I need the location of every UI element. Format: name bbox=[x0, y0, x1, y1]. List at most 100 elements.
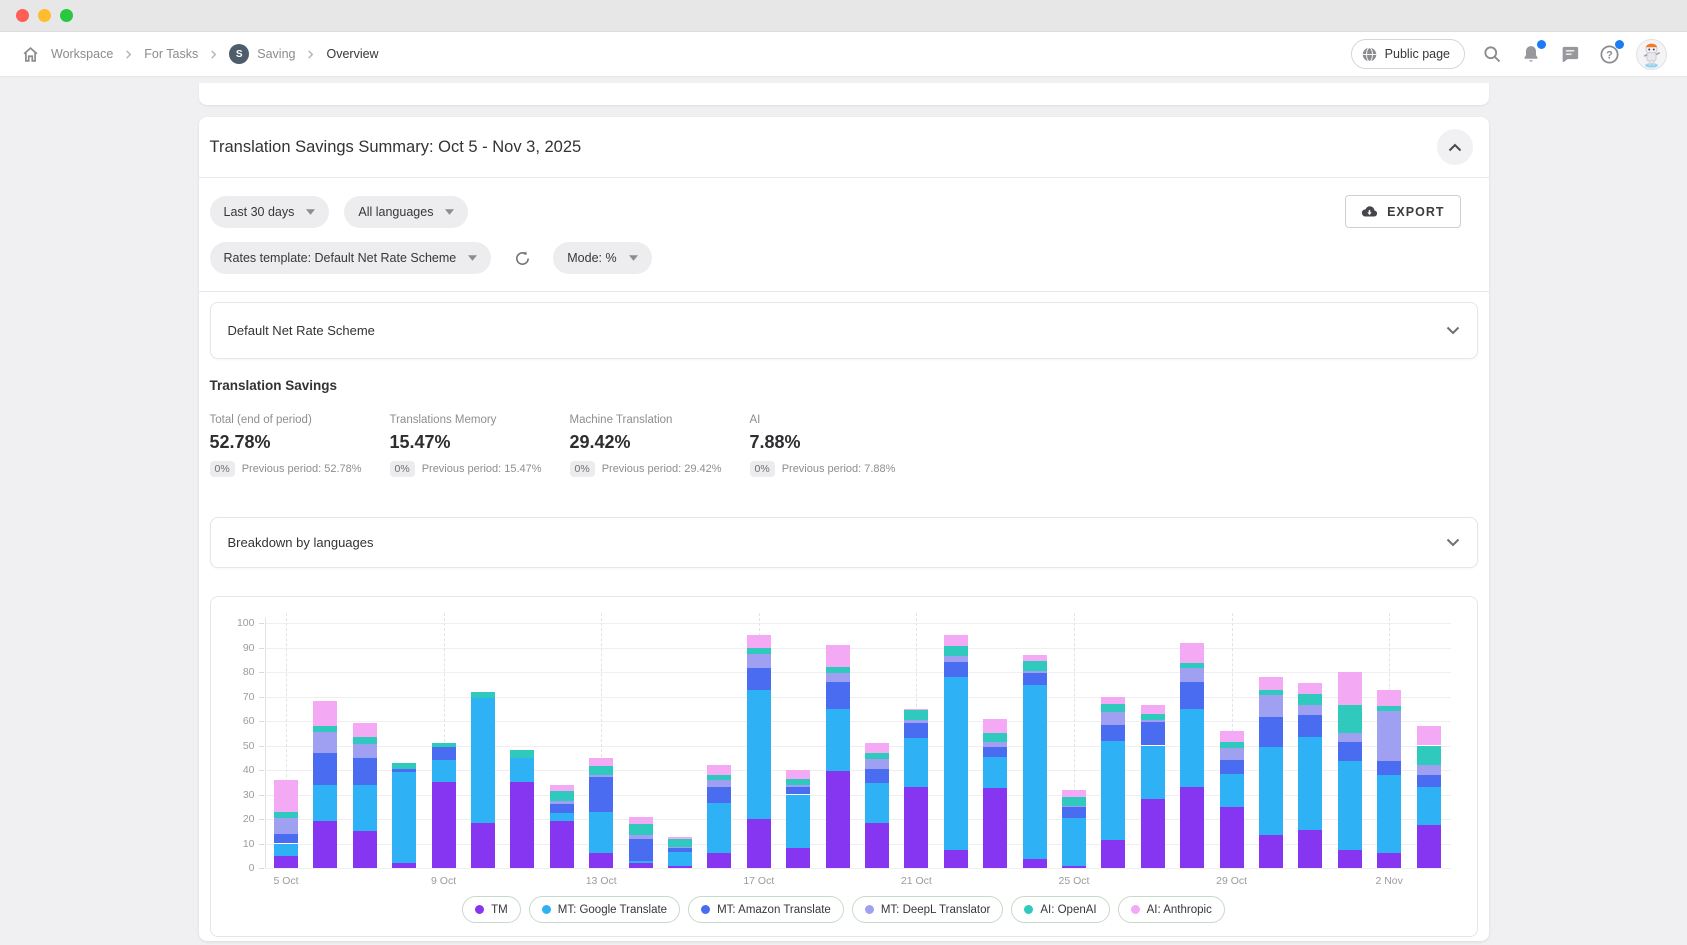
previous-card-fragment bbox=[199, 83, 1489, 105]
bar-segment bbox=[826, 709, 850, 771]
bar-segment bbox=[1101, 741, 1125, 840]
date-range-select[interactable]: Last 30 days bbox=[210, 196, 330, 228]
bar-segment bbox=[826, 645, 850, 667]
bar-segment bbox=[1141, 722, 1165, 745]
breadcrumb-item-for-tasks[interactable]: For Tasks bbox=[144, 47, 198, 61]
home-icon[interactable] bbox=[20, 44, 40, 64]
bar-segment bbox=[1023, 655, 1047, 661]
legend-label: TM bbox=[491, 904, 508, 916]
languages-chart-panel: TM MT: Google Translate MT: Amazon Transla… bbox=[210, 596, 1478, 937]
translation-savings-summary-card: Translation Savings Summary: Oct 5 - Nov… bbox=[199, 117, 1489, 941]
bar-segment bbox=[1141, 799, 1165, 868]
bar-segment bbox=[1338, 672, 1362, 705]
bar-segment bbox=[1377, 761, 1401, 774]
top-navbar: Workspace For Tasks S Saving Overview Pu… bbox=[0, 32, 1687, 77]
window-titlebar bbox=[0, 0, 1687, 32]
export-button[interactable]: EXPORT bbox=[1345, 195, 1460, 228]
refresh-icon[interactable] bbox=[510, 246, 534, 270]
bar-segment bbox=[1338, 742, 1362, 762]
search-icon[interactable] bbox=[1480, 42, 1504, 66]
chevron-down-icon[interactable] bbox=[1446, 538, 1460, 547]
y-tick-mark bbox=[259, 746, 264, 747]
bar-segment bbox=[550, 813, 574, 822]
user-avatar-robot[interactable] bbox=[1636, 39, 1667, 70]
divider bbox=[199, 291, 1489, 292]
bar-segment bbox=[865, 753, 889, 759]
public-page-button[interactable]: Public page bbox=[1351, 39, 1465, 69]
x-axis-label: 13 Oct bbox=[566, 875, 636, 887]
bar-segment bbox=[550, 821, 574, 868]
bar-segment bbox=[1101, 712, 1125, 724]
stat-previous: Previous period: 7.88% bbox=[782, 463, 896, 475]
notification-badge bbox=[1537, 40, 1546, 49]
stat-label: Machine Translation bbox=[570, 414, 722, 426]
bar-segment bbox=[1220, 807, 1244, 868]
bar-segment bbox=[1023, 859, 1047, 868]
window-minimize-button[interactable] bbox=[38, 9, 51, 22]
bar-segment bbox=[983, 788, 1007, 868]
bar-segment bbox=[629, 824, 653, 835]
bar-segment bbox=[668, 852, 692, 865]
legend-item[interactable]: TM bbox=[462, 896, 521, 923]
collapse-card-button[interactable] bbox=[1437, 129, 1473, 165]
bar-segment bbox=[904, 738, 928, 787]
bar-segment bbox=[983, 733, 1007, 742]
bar-segment bbox=[707, 853, 731, 868]
y-tick-mark bbox=[259, 721, 264, 722]
legend-item[interactable]: AI: OpenAI bbox=[1011, 896, 1109, 923]
bar-segment bbox=[826, 682, 850, 709]
bar-segment bbox=[1180, 668, 1204, 681]
bar-segment bbox=[1377, 706, 1401, 711]
bar-segment bbox=[392, 769, 416, 773]
x-axis-label: 2 Nov bbox=[1354, 875, 1424, 887]
mode-value: Mode: % bbox=[567, 251, 616, 265]
mode-select[interactable]: Mode: % bbox=[553, 242, 651, 274]
notifications-bell-icon[interactable] bbox=[1519, 42, 1543, 66]
chevron-down-icon[interactable] bbox=[1446, 326, 1460, 335]
y-axis-label: 20 bbox=[219, 813, 255, 825]
bar-segment bbox=[865, 759, 889, 769]
rate-scheme-panel[interactable]: Default Net Rate Scheme bbox=[210, 302, 1478, 359]
bar-segment bbox=[629, 817, 653, 824]
bar-segment bbox=[313, 726, 337, 732]
bar-segment bbox=[1101, 697, 1125, 704]
bar-segment bbox=[904, 723, 928, 738]
languages-select[interactable]: All languages bbox=[344, 196, 468, 228]
legend-label: AI: OpenAI bbox=[1040, 904, 1096, 916]
bar-segment bbox=[1062, 806, 1086, 807]
window-close-button[interactable] bbox=[16, 9, 29, 22]
bar-segment bbox=[1259, 835, 1283, 868]
bar-segment bbox=[826, 667, 850, 673]
x-axis-label: 25 Oct bbox=[1039, 875, 1109, 887]
legend-item[interactable]: MT: Google Translate bbox=[529, 896, 680, 923]
bar-segment bbox=[786, 848, 810, 868]
y-axis-label: 10 bbox=[219, 838, 255, 850]
bar-segment bbox=[589, 766, 613, 775]
breadcrumb-item-saving[interactable]: Saving bbox=[257, 47, 295, 61]
legend-item[interactable]: MT: Amazon Translate bbox=[688, 896, 844, 923]
rates-template-select[interactable]: Rates template: Default Net Rate Scheme bbox=[210, 242, 492, 274]
legend-item[interactable]: MT: DeepL Translator bbox=[852, 896, 1004, 923]
chat-icon[interactable] bbox=[1558, 42, 1582, 66]
bar-segment bbox=[747, 690, 771, 819]
bar-segment bbox=[589, 775, 613, 777]
date-range-value: Last 30 days bbox=[224, 205, 295, 219]
breakdown-panel[interactable]: Breakdown by languages bbox=[210, 517, 1478, 568]
legend-item[interactable]: AI: Anthropic bbox=[1118, 896, 1225, 923]
bar-segment bbox=[1298, 694, 1322, 705]
window-zoom-button[interactable] bbox=[60, 9, 73, 22]
bar-segment bbox=[1180, 709, 1204, 787]
stat-value: 52.78% bbox=[210, 432, 362, 453]
savings-stats-row: Total (end of period) 52.78% 0%Previous … bbox=[210, 414, 1478, 489]
stat-value: 7.88% bbox=[750, 432, 896, 453]
bar-segment bbox=[1259, 747, 1283, 835]
legend-dot bbox=[1024, 905, 1033, 914]
help-icon[interactable]: ? bbox=[1597, 42, 1621, 66]
legend-dot bbox=[1131, 905, 1140, 914]
breadcrumb-item-workspace[interactable]: Workspace bbox=[51, 47, 113, 61]
bar-segment bbox=[1180, 663, 1204, 668]
y-tick-mark bbox=[259, 795, 264, 796]
bar-segment bbox=[274, 834, 298, 844]
legend-dot bbox=[701, 905, 710, 914]
bar-segment bbox=[707, 780, 731, 787]
